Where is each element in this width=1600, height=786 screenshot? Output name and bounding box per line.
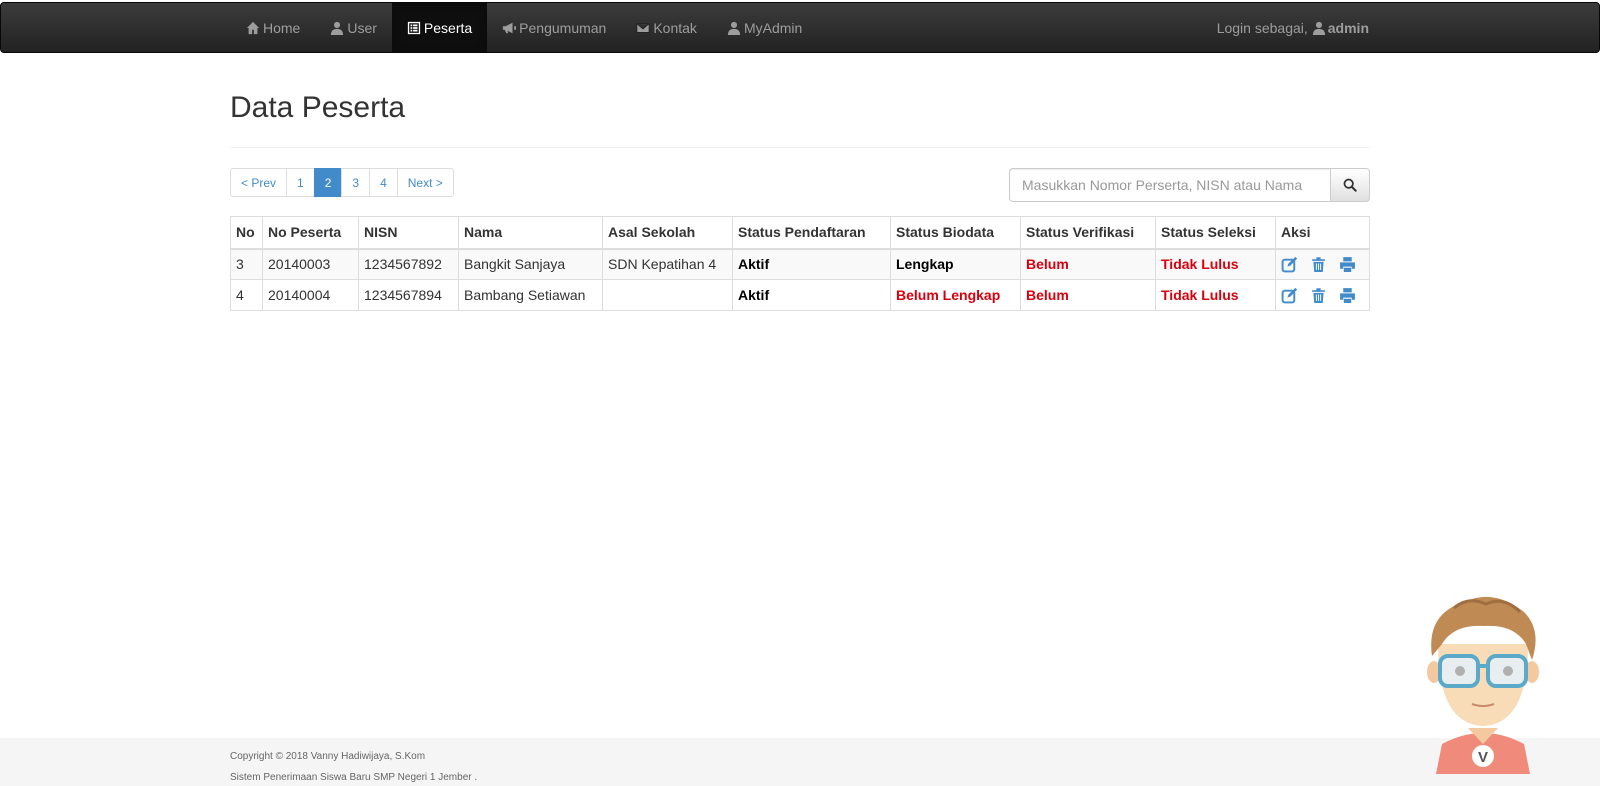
cell-nama: Bambang Setiawan — [458, 279, 603, 311]
login-prefix: Login sebagai, — [1216, 19, 1308, 36]
user-icon — [1312, 21, 1325, 35]
print-icon — [1340, 287, 1355, 303]
nav-item-kontak[interactable]: Kontak — [621, 3, 712, 52]
cell-status-pendaftaran: Aktif — [732, 248, 891, 280]
edit-icon — [1281, 287, 1298, 303]
table-toolbar: < Prev 1 2 3 4 Next > — [230, 148, 1370, 216]
search-input[interactable] — [1009, 168, 1330, 202]
row-actions — [1281, 256, 1364, 273]
page-footer: Copyright © 2018 Vanny Hadiwijaya, S.Kom… — [0, 738, 1600, 786]
cell-asal-sekolah: SDN Kepatihan 4 — [602, 248, 733, 280]
pagination-page-2[interactable]: 2 — [313, 168, 343, 197]
row-actions — [1281, 287, 1364, 304]
navbar-inner: Home User Peserta Pengumuman Kontak MyAd… — [231, 3, 1369, 52]
cell-status-seleksi: Tidak Lulus — [1155, 279, 1276, 311]
nav-item-label: Home — [263, 19, 301, 36]
bullhorn-icon — [503, 22, 517, 33]
cell-status-biodata: Lengkap — [890, 248, 1021, 280]
cell-aksi — [1275, 248, 1370, 280]
nav-item-peserta[interactable]: Peserta — [391, 3, 488, 52]
search-icon — [1343, 178, 1357, 192]
column-header: Status Verifikasi — [1020, 216, 1156, 250]
list-alt-icon — [407, 21, 421, 34]
footer-copyright: Copyright © 2018 Vanny Hadiwijaya, S.Kom — [230, 751, 426, 762]
user-icon — [331, 21, 344, 35]
cell-asal-sekolah — [602, 279, 733, 311]
print-button[interactable] — [1339, 256, 1356, 273]
edit-button[interactable] — [1281, 287, 1298, 304]
cell-status-seleksi: Tidak Lulus — [1155, 248, 1276, 280]
pagination-page-3[interactable]: 3 — [341, 168, 371, 197]
cell-nisn: 1234567894 — [358, 279, 459, 311]
search-group — [1009, 168, 1370, 202]
nav-item-label: MyAdmin — [743, 19, 803, 36]
trash-icon — [1312, 257, 1325, 272]
table-header-row: No No Peserta NISN Nama Asal Sekolah Sta… — [230, 216, 1370, 250]
nav-item-myadmin[interactable]: MyAdmin — [712, 3, 817, 52]
delete-button[interactable] — [1310, 256, 1327, 273]
search-button[interactable] — [1330, 168, 1370, 202]
pagination-page-4[interactable]: 4 — [369, 168, 398, 197]
login-info: Login sebagai, admin — [1217, 3, 1369, 52]
page-header: Data Peserta — [230, 53, 1370, 148]
column-header: Status Pendaftaran — [732, 216, 891, 250]
cell-no: 4 — [230, 279, 263, 311]
nav-menu: Home User Peserta Pengumuman Kontak MyAd… — [231, 3, 1369, 52]
peserta-table: No No Peserta NISN Nama Asal Sekolah Sta… — [230, 216, 1370, 311]
column-header: NISN — [358, 216, 459, 250]
cell-status-pendaftaran: Aktif — [732, 279, 891, 311]
cell-aksi — [1275, 279, 1370, 311]
nav-item-label: Kontak — [653, 19, 697, 36]
column-header: Asal Sekolah — [602, 216, 733, 250]
nav-item-user[interactable]: User — [315, 3, 392, 52]
pagination-next[interactable]: Next > — [396, 168, 454, 197]
pagination-page-1[interactable]: 1 — [286, 168, 315, 197]
nav-item-label: Peserta — [423, 19, 473, 36]
column-header: No Peserta — [262, 216, 359, 250]
column-header: Nama — [458, 216, 603, 250]
print-icon — [1340, 256, 1355, 272]
nav-item-label: Pengumuman — [519, 19, 607, 36]
cell-nisn: 1234567892 — [358, 248, 459, 280]
nav-item-pengumuman[interactable]: Pengumuman — [487, 3, 621, 52]
cell-no-peserta: 20140003 — [262, 248, 359, 280]
mascot-avatar-image: V — [1427, 596, 1539, 774]
delete-button[interactable] — [1310, 287, 1327, 304]
table-row: 4 20140004 1234567894 Bambang Setiawan A… — [230, 279, 1370, 311]
pagination: < Prev 1 2 3 4 Next > — [230, 168, 454, 197]
footer-text: Copyright © 2018 Vanny Hadiwijaya, S.Kom… — [230, 746, 477, 786]
column-header: Aksi — [1275, 216, 1370, 250]
table-row: 3 20140003 1234567892 Bangkit Sanjaya SD… — [230, 248, 1370, 280]
pagination-prev[interactable]: < Prev — [230, 168, 288, 197]
edit-icon — [1281, 256, 1298, 273]
cell-status-biodata: Belum Lengkap — [890, 279, 1021, 311]
cell-nama: Bangkit Sanjaya — [458, 248, 603, 280]
user-icon — [727, 21, 741, 35]
nav-item-home[interactable]: Home — [231, 3, 315, 52]
envelope-icon — [636, 22, 650, 33]
cell-status-verifikasi: Belum — [1020, 248, 1156, 280]
column-header: Status Seleksi — [1155, 216, 1276, 250]
top-navbar: Home User Peserta Pengumuman Kontak MyAd… — [0, 2, 1600, 53]
print-button[interactable] — [1339, 287, 1356, 304]
trash-icon — [1312, 287, 1325, 303]
nav-item-label: User — [347, 19, 377, 36]
svg-text:V: V — [1478, 749, 1488, 766]
footer-app-name: Sistem Penerimaan Siswa Baru SMP Negeri … — [230, 772, 478, 783]
edit-button[interactable] — [1281, 256, 1298, 273]
cell-no-peserta: 20140004 — [262, 279, 359, 311]
cell-status-verifikasi: Belum — [1020, 279, 1156, 311]
home-icon — [246, 21, 260, 34]
page-title: Data Peserta — [230, 91, 406, 124]
column-header: Status Biodata — [890, 216, 1021, 250]
column-header: No — [230, 216, 263, 250]
cell-no: 3 — [230, 248, 263, 280]
main-container: Data Peserta < Prev 1 2 3 4 Next > No No… — [230, 53, 1370, 311]
login-username[interactable]: admin — [1328, 20, 1369, 36]
